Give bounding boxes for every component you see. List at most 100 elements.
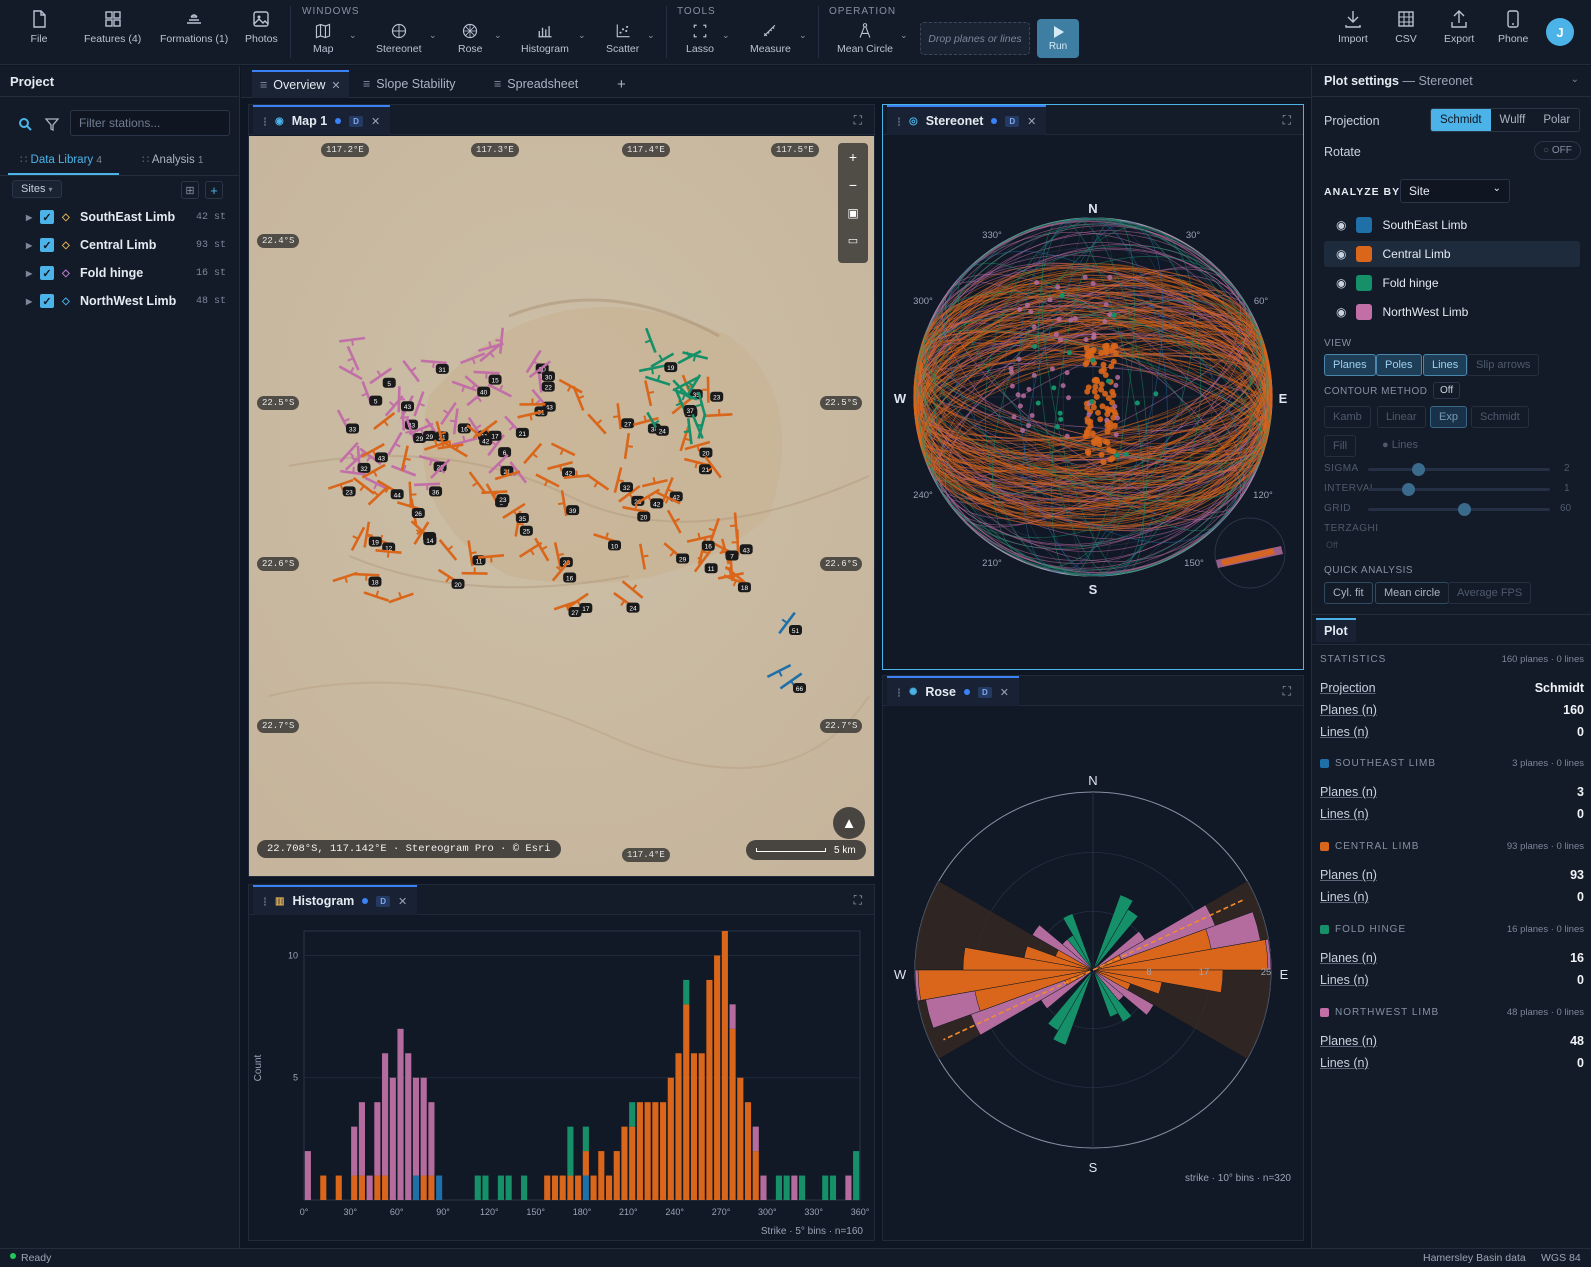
- map-dropdown-icon[interactable]: ⌄: [349, 30, 357, 41]
- site-row-central-limb[interactable]: ▶ ✓ ◇ Central Limb 93 st: [26, 234, 226, 256]
- close-icon[interactable]: ✕: [371, 115, 380, 128]
- drag-handle-icon[interactable]: ⁝: [897, 114, 901, 129]
- expand-icon[interactable]: ▶: [26, 213, 40, 222]
- contour-toggle[interactable]: Off: [1433, 382, 1461, 399]
- filter-stations-input[interactable]: [70, 110, 230, 136]
- site-row-northwest-limb[interactable]: ▶ ✓ ◇ NorthWest Limb 48 st: [26, 290, 226, 312]
- histogram-window-button[interactable]: Histogram: [521, 22, 569, 55]
- projection-option-wulff[interactable]: Wulff: [1491, 109, 1535, 131]
- features-button[interactable]: Features (4): [84, 8, 141, 45]
- color-swatch[interactable]: [1356, 304, 1373, 320]
- run-button[interactable]: Run: [1037, 19, 1079, 58]
- close-icon[interactable]: ✕: [1000, 686, 1009, 699]
- rose-window-button[interactable]: Rose: [458, 22, 483, 55]
- operation-dropdown-icon[interactable]: ⌄: [900, 30, 908, 41]
- rose-dropdown-icon[interactable]: ⌄: [494, 30, 502, 41]
- measure-dropdown-icon[interactable]: ⌄: [799, 30, 807, 41]
- expand-icon[interactable]: ⛶: [854, 893, 862, 908]
- eye-icon[interactable]: ◉: [1336, 276, 1346, 290]
- histogram-dropdown-icon[interactable]: ⌄: [578, 30, 586, 41]
- rose-panel-tab[interactable]: ⁝ ✺ Rose D ✕: [887, 676, 1019, 706]
- csv-button[interactable]: CSV: [1395, 8, 1417, 45]
- grid-slider[interactable]: [1368, 503, 1550, 516]
- scatter-window-button[interactable]: Scatter: [606, 22, 639, 55]
- interval-slider[interactable]: [1368, 483, 1550, 496]
- view-chip-slip-arrows[interactable]: Slip arrows: [1467, 354, 1540, 376]
- map-panel-tab[interactable]: ⁝ ◉ Map 1 D ✕: [253, 105, 391, 135]
- collapse-icon[interactable]: ⌄: [1571, 74, 1579, 85]
- tab-analysis[interactable]: ∷ Analysis 1: [142, 152, 203, 166]
- stereonet-dropdown-icon[interactable]: ⌄: [429, 30, 437, 41]
- stereonet-panel-tab[interactable]: ⁝ ◎ Stereonet D ✕: [887, 105, 1047, 135]
- group-by-select[interactable]: Sites ▾: [12, 180, 62, 198]
- eye-icon[interactable]: ◉: [1336, 218, 1346, 232]
- add-tab-button[interactable]: +: [617, 72, 626, 96]
- projection-option-polar[interactable]: Polar: [1534, 109, 1579, 131]
- map-window-button[interactable]: Map: [313, 22, 333, 55]
- slider-thumb[interactable]: [1412, 463, 1425, 476]
- scatter-dropdown-icon[interactable]: ⌄: [647, 30, 655, 41]
- checkbox[interactable]: ✓: [40, 294, 54, 308]
- contour-chip-kamb[interactable]: Kamb: [1324, 406, 1371, 428]
- rose-diagram[interactable]: N S E W 8 17 25 strike · 10° bins · n=32…: [883, 707, 1303, 1240]
- close-icon[interactable]: ✕: [1027, 115, 1036, 128]
- average-fps-button[interactable]: Average FPS: [1448, 582, 1532, 604]
- lasso-tool-button[interactable]: Lasso: [686, 22, 714, 55]
- legend-row[interactable]: ◉ SouthEast Limb: [1324, 212, 1580, 238]
- map-view[interactable]: 2122332620303265154021213329364311162954…: [249, 136, 874, 876]
- file-button[interactable]: File: [28, 8, 50, 45]
- lines-option[interactable]: ● Lines: [1382, 439, 1418, 451]
- fill-chip[interactable]: Fill: [1324, 435, 1357, 457]
- eye-icon[interactable]: ◉: [1336, 247, 1346, 261]
- site-row-southeast-limb[interactable]: ▶ ✓ ◇ SouthEast Limb 42 st: [26, 206, 226, 228]
- histogram-panel-tab[interactable]: ⁝ ▥ Histogram D ✕: [253, 885, 418, 915]
- add-icon[interactable]: +: [205, 181, 223, 199]
- north-arrow-icon[interactable]: ▲: [833, 807, 865, 839]
- contour-chip-exp[interactable]: Exp: [1430, 406, 1467, 428]
- projection-option-schmidt[interactable]: Schmidt: [1431, 109, 1491, 131]
- tab-data-library[interactable]: ∷ Data Library 4: [20, 152, 102, 166]
- terzaghi-value[interactable]: Off: [1326, 540, 1338, 550]
- legend-row[interactable]: ◉ NorthWest Limb: [1324, 299, 1580, 325]
- filter-icon[interactable]: [45, 117, 59, 131]
- tab-spreadsheet[interactable]: ≡ Spreadsheet: [494, 72, 578, 96]
- photos-button[interactable]: Photos: [245, 8, 278, 45]
- checkbox[interactable]: ✓: [40, 238, 54, 252]
- lasso-dropdown-icon[interactable]: ⌄: [722, 30, 730, 41]
- mean-circle-chip[interactable]: Mean circle: [1375, 582, 1450, 604]
- stereonet-plot[interactable]: N S E W 30° 60° 120° 150° 210° 240° 300°…: [883, 136, 1303, 669]
- close-icon[interactable]: ✕: [331, 79, 340, 92]
- close-icon[interactable]: ✕: [398, 895, 407, 908]
- contour-chip-linear[interactable]: Linear: [1377, 406, 1426, 428]
- import-button[interactable]: Import: [1338, 8, 1368, 45]
- avatar[interactable]: J: [1546, 18, 1574, 46]
- phone-button[interactable]: Phone: [1498, 8, 1528, 45]
- slider-thumb[interactable]: [1458, 503, 1471, 516]
- measure-tool-button[interactable]: Measure: [750, 22, 791, 55]
- color-swatch[interactable]: [1356, 217, 1373, 233]
- cyl-fit-button[interactable]: Cyl. fit: [1324, 582, 1373, 604]
- histogram-chart[interactable]: 5 10 0° 30° 60° 90° 120° 150° 180° 210° 240° 270° 3…: [249, 916, 874, 1240]
- color-swatch[interactable]: [1356, 275, 1373, 291]
- fit-extent-icon[interactable]: ▣: [838, 199, 868, 227]
- sigma-slider[interactable]: [1368, 463, 1550, 476]
- expand-icon[interactable]: ⛶: [854, 113, 862, 128]
- expand-icon[interactable]: ▶: [26, 297, 40, 306]
- zoom-in-icon[interactable]: +: [838, 143, 868, 171]
- plot-stats-tab[interactable]: Plot: [1316, 618, 1356, 642]
- tab-overview[interactable]: ≡ Overview ✕: [252, 70, 349, 98]
- zoom-out-icon[interactable]: −: [838, 171, 868, 199]
- expand-icon[interactable]: ▶: [26, 241, 40, 250]
- drag-handle-icon[interactable]: ⁝: [263, 894, 267, 909]
- ruler-icon[interactable]: ▭: [838, 227, 868, 255]
- export-button[interactable]: Export: [1444, 8, 1474, 45]
- search-icon[interactable]: [18, 117, 32, 131]
- tab-slope-stability[interactable]: ≡ Slope Stability: [363, 72, 456, 96]
- drop-zone[interactable]: Drop planes or lines: [920, 22, 1030, 55]
- drag-handle-icon[interactable]: ⁝: [263, 114, 267, 129]
- site-row-fold-hinge[interactable]: ▶ ✓ ◇ Fold hinge 16 st: [26, 262, 226, 284]
- expand-icon[interactable]: ⛶: [1283, 113, 1291, 128]
- checkbox[interactable]: ✓: [40, 210, 54, 224]
- mean-circle-button[interactable]: Mean Circle: [837, 22, 893, 55]
- expand-icon[interactable]: ▶: [26, 269, 40, 278]
